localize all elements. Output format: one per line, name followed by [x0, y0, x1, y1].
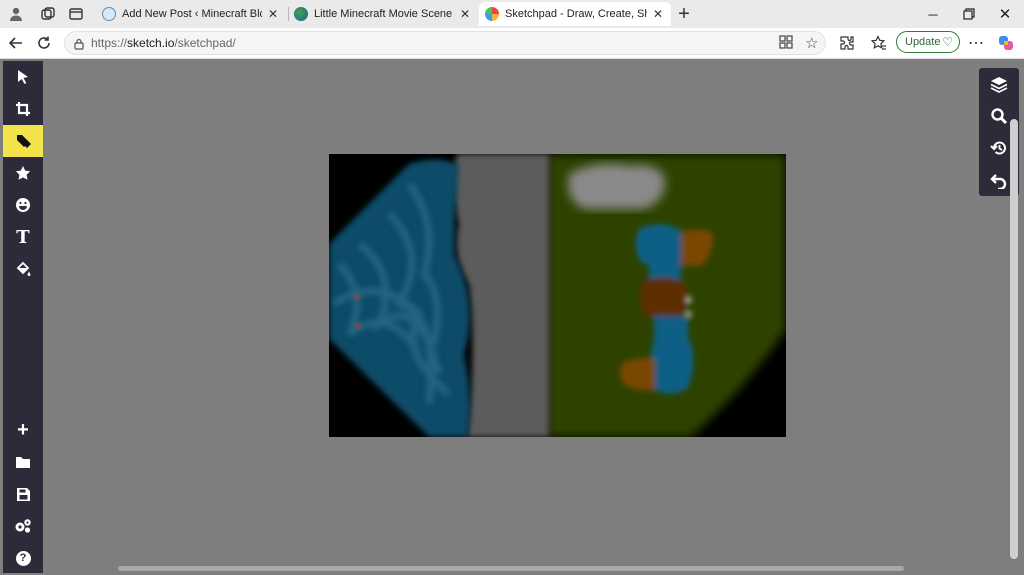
stamp-tool-icon[interactable] — [3, 157, 43, 189]
drawing-canvas[interactable] — [329, 154, 786, 437]
tab-minecraft-movie-script[interactable]: Little Minecraft Movie Scene Scrip ✕ — [288, 2, 478, 26]
character-eye — [686, 311, 692, 317]
tab-title: Sketchpad - Draw, Create, Share! — [505, 8, 647, 20]
extensions-icon[interactable] — [837, 33, 857, 53]
address-bar[interactable]: https://sketch.io/sketchpad/ ☆ — [64, 31, 826, 55]
tab-sketchpad[interactable]: Sketchpad - Draw, Create, Share! ✕ — [479, 2, 671, 26]
tab-title: Add New Post ‹ Minecraft Blog — — [122, 8, 262, 20]
refresh-icon[interactable] — [34, 33, 54, 53]
favorite-star-icon[interactable]: ☆ — [805, 34, 818, 52]
help-glyph: ? — [15, 550, 31, 566]
workspaces-icon[interactable] — [38, 4, 58, 24]
cloud-shape — [568, 163, 665, 209]
update-status-icon: ♡ — [942, 35, 953, 49]
settings-tool-icon[interactable] — [3, 510, 43, 542]
update-button[interactable]: Update ♡ — [896, 31, 960, 53]
crop-tool-icon[interactable] — [3, 93, 43, 125]
close-tab-icon[interactable]: ✕ — [651, 7, 665, 21]
profile-icon[interactable] — [6, 4, 26, 24]
character-head — [635, 224, 684, 268]
lock-icon[interactable] — [73, 37, 85, 55]
vertical-scrollbar[interactable] — [1010, 119, 1018, 559]
new-tool-icon[interactable]: + — [3, 414, 43, 446]
url-path: /sketchpad/ — [174, 36, 236, 50]
url-domain: sketch.io — [127, 36, 175, 50]
tab-actions-icon[interactable] — [66, 4, 86, 24]
character-neck — [649, 262, 681, 280]
browser-tab-bar: Add New Post ‹ Minecraft Blog — ✕ Little… — [0, 0, 1024, 28]
back-icon[interactable] — [6, 33, 26, 53]
character-body — [639, 277, 688, 320]
copilot-icon[interactable] — [996, 33, 1016, 53]
url-text[interactable]: https://sketch.io/sketchpad/ — [91, 36, 236, 50]
close-tab-icon[interactable]: ✕ — [266, 7, 280, 21]
restore-icon[interactable] — [954, 4, 984, 24]
save-tool-icon[interactable] — [3, 478, 43, 510]
layers-tool-icon[interactable] — [979, 68, 1019, 100]
tab-add-new-post[interactable]: Add New Post ‹ Minecraft Blog — ✕ — [96, 2, 286, 26]
canvas-drawing — [329, 154, 786, 437]
fill-tool-icon[interactable] — [3, 253, 43, 285]
app-available-icon[interactable] — [779, 35, 793, 54]
text-tool-icon[interactable]: T — [3, 221, 43, 253]
horizontal-scrollbar[interactable] — [118, 566, 904, 571]
close-window-icon[interactable]: ✕ — [990, 4, 1020, 24]
more-options-icon[interactable]: ⋯ — [966, 33, 986, 53]
new-tab-icon[interactable]: + — [674, 3, 694, 25]
globe-icon — [294, 7, 308, 21]
close-tab-icon[interactable]: ✕ — [458, 7, 472, 21]
brush-tool-icon[interactable] — [3, 125, 43, 157]
favorites-icon[interactable] — [869, 33, 889, 53]
address-bar-row: https://sketch.io/sketchpad/ ☆ Update ♡ … — [0, 28, 1024, 59]
minimize-icon[interactable]: ─ — [918, 4, 948, 24]
wordpress-icon — [102, 7, 116, 21]
url-scheme: https:// — [91, 36, 128, 50]
open-tool-icon[interactable] — [3, 446, 43, 478]
red-dot — [354, 294, 360, 300]
sketchpad-icon — [485, 7, 499, 21]
select-tool-icon[interactable] — [3, 61, 43, 93]
character-legs — [650, 336, 694, 394]
left-toolbar: T + ? — [3, 61, 43, 573]
character-eye — [686, 297, 692, 303]
help-tool-icon[interactable]: ? — [3, 542, 43, 574]
red-dot — [355, 323, 361, 329]
emoji-tool-icon[interactable] — [3, 189, 43, 221]
sketchpad-workspace[interactable]: T + ? — [0, 59, 1024, 575]
tab-title: Little Minecraft Movie Scene Scrip — [314, 8, 454, 20]
update-label: Update — [905, 36, 941, 48]
